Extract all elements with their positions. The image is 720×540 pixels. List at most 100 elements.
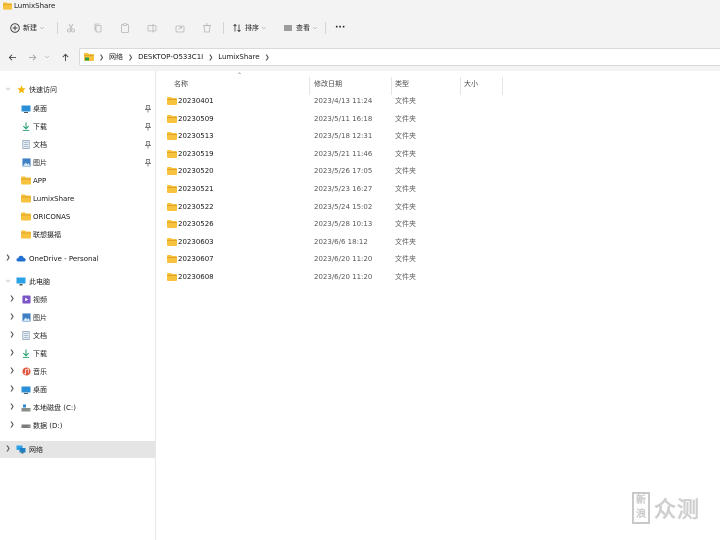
sidebar-item-label: 下载 <box>33 349 47 358</box>
file-row[interactable]: 20230513 2023/5/18 12:31 文件夹 <box>156 128 720 145</box>
chevron-down-icon[interactable]: ⌵ <box>4 85 12 93</box>
arrow-left-icon <box>8 54 16 60</box>
column-header-size[interactable]: 大小 <box>464 71 478 91</box>
pin-icon[interactable] <box>145 141 151 149</box>
file-row[interactable]: 20230608 2023/6/20 11:20 文件夹 <box>156 269 720 286</box>
sidebar-item-pictures[interactable]: 图片 <box>0 154 155 171</box>
file-name: 20230520 <box>178 167 214 176</box>
chevron-right-icon[interactable]: ❯ <box>4 254 12 261</box>
sidebar-item-downloads-pc[interactable]: ❯ 下载 <box>0 345 155 362</box>
file-row[interactable]: 20230509 2023/5/11 16:18 文件夹 <box>156 111 720 128</box>
navigation-bar: ⌵ ❯ 网络 ❯ DESKTOP-O533C1I ❯ LumixShare ❯ <box>0 43 720 71</box>
column-header-type[interactable]: 类型 <box>395 71 409 91</box>
folder-icon <box>167 273 177 281</box>
rename-icon <box>147 24 157 33</box>
chevron-right-icon[interactable]: ❯ <box>4 445 12 452</box>
desktop-icon <box>21 385 31 394</box>
sidebar-item-lenovo[interactable]: 联想摄福 <box>0 226 155 243</box>
watermark-text: 众测 <box>654 498 701 523</box>
file-row[interactable]: 20230526 2023/5/28 10:13 文件夹 <box>156 216 720 233</box>
file-modified-date: 2023/5/24 15:02 <box>314 202 373 211</box>
view-button-label: 查看 <box>296 24 310 32</box>
pin-icon[interactable] <box>145 159 151 167</box>
folder-icon <box>21 176 31 185</box>
column-header-name[interactable]: 名称 <box>174 71 188 91</box>
chevron-right-icon[interactable]: ❯ <box>8 421 16 428</box>
sidebar-item-pictures-pc[interactable]: ❯ 图片 <box>0 309 155 326</box>
share-button[interactable] <box>175 20 185 36</box>
file-modified-date: 2023/5/21 11:46 <box>314 149 373 158</box>
file-row[interactable]: 20230522 2023/5/24 15:02 文件夹 <box>156 199 720 216</box>
plus-circle-icon <box>10 23 20 33</box>
sidebar-item-downloads[interactable]: 下载 <box>0 118 155 135</box>
breadcrumb-share[interactable]: LumixShare <box>218 53 259 61</box>
video-icon <box>21 295 31 304</box>
rename-button[interactable] <box>147 20 157 36</box>
sidebar-item-label: OneDrive - Personal <box>29 254 99 263</box>
pin-icon[interactable] <box>145 123 151 131</box>
up-button[interactable] <box>58 50 72 64</box>
chevron-right-icon[interactable]: ❯ <box>8 313 16 320</box>
sidebar-item-desktop-pc[interactable]: ❯ 桌面 <box>0 381 155 398</box>
chevron-right-icon: ❯ <box>128 53 134 61</box>
chevron-right-icon[interactable]: ❯ <box>8 331 16 338</box>
file-modified-date: 2023/5/23 16:27 <box>314 185 373 193</box>
document-icon <box>21 331 31 340</box>
sidebar-item-this-pc[interactable]: ⌵ 此电脑 <box>0 273 155 290</box>
chevron-right-icon[interactable]: ❯ <box>8 349 16 356</box>
chevron-right-icon[interactable]: ❯ <box>8 367 16 374</box>
chevron-right-icon[interactable]: ❯ <box>8 385 16 392</box>
sidebar-item-label: 本地磁盘 (C:) <box>33 403 76 412</box>
download-icon <box>21 122 31 131</box>
breadcrumb-network[interactable]: 网络 <box>109 52 123 62</box>
sidebar-item-quick-access[interactable]: ⌵ 快速访问 <box>0 81 155 98</box>
sort-button[interactable]: 排序 ⌵ <box>232 20 266 36</box>
sidebar-item-drive-d[interactable]: ❯ 数据 (D:) <box>0 417 155 434</box>
file-row[interactable]: 20230520 2023/5/26 17:05 文件夹 <box>156 163 720 180</box>
chevron-right-icon[interactable]: ❯ <box>8 403 16 410</box>
delete-button[interactable] <box>202 20 212 36</box>
sidebar-item-drive-c[interactable]: ❯ 本地磁盘 (C:) <box>0 399 155 416</box>
sidebar-item-lumixshare[interactable]: LumixShare <box>0 190 155 207</box>
file-row[interactable]: 20230521 2023/5/23 16:27 文件夹 <box>156 181 720 198</box>
file-row[interactable]: 20230607 2023/6/20 11:20 文件夹 <box>156 251 720 268</box>
command-bar: 新建 ⌵ 排序 ⌵ 查看 ⌵ ··· <box>0 13 720 43</box>
forward-button[interactable] <box>25 50 39 64</box>
copy-button[interactable] <box>93 20 103 36</box>
more-options-button[interactable]: ··· <box>335 20 345 36</box>
view-button[interactable]: 查看 ⌵ <box>283 20 317 36</box>
sidebar-item-app[interactable]: APP <box>0 172 155 189</box>
sidebar-item-label: 图片 <box>33 158 47 167</box>
file-type: 文件夹 <box>395 149 416 158</box>
chevron-down-icon: ⌵ <box>45 54 49 60</box>
sidebar-item-network[interactable]: ❯ 网络 <box>0 441 155 458</box>
recent-locations-button[interactable]: ⌵ <box>40 50 54 64</box>
paste-button[interactable] <box>120 20 130 36</box>
breadcrumb-host[interactable]: DESKTOP-O533C1I <box>138 53 203 61</box>
file-type: 文件夹 <box>395 202 416 211</box>
file-row[interactable]: 20230401 2023/4/13 11:24 文件夹 <box>156 93 720 110</box>
folder-icon <box>3 2 12 10</box>
sidebar-item-videos[interactable]: ❯ 视频 <box>0 291 155 308</box>
new-button[interactable]: 新建 ⌵ <box>10 20 44 36</box>
network-folder-icon <box>84 53 94 61</box>
file-row[interactable]: 20230519 2023/5/21 11:46 文件夹 <box>156 146 720 163</box>
sidebar-item-documents[interactable]: 文档 <box>0 136 155 153</box>
sidebar-item-onedrive[interactable]: ❯ OneDrive - Personal <box>0 250 155 267</box>
column-header-date[interactable]: 修改日期 <box>314 71 342 91</box>
view-list-icon <box>284 25 292 31</box>
pin-icon[interactable] <box>145 105 151 113</box>
address-bar[interactable]: ❯ 网络 ❯ DESKTOP-O533C1I ❯ LumixShare ❯ <box>79 48 720 66</box>
sidebar-item-label: 此电脑 <box>29 277 50 286</box>
back-button[interactable] <box>5 50 19 64</box>
cut-button[interactable] <box>66 20 76 36</box>
folder-icon <box>167 114 177 123</box>
sidebar-item-music[interactable]: ❯ 音乐 <box>0 363 155 380</box>
chevron-right-icon[interactable]: ❯ <box>8 295 16 302</box>
file-row[interactable]: 20230603 2023/6/6 18:12 文件夹 <box>156 234 720 251</box>
sidebar-item-desktop[interactable]: 桌面 <box>0 100 155 117</box>
copy-icon <box>94 23 102 33</box>
sidebar-item-oriconas[interactable]: ORICONAS <box>0 208 155 225</box>
chevron-down-icon[interactable]: ⌵ <box>4 277 12 285</box>
sidebar-item-documents-pc[interactable]: ❯ 文档 <box>0 327 155 344</box>
